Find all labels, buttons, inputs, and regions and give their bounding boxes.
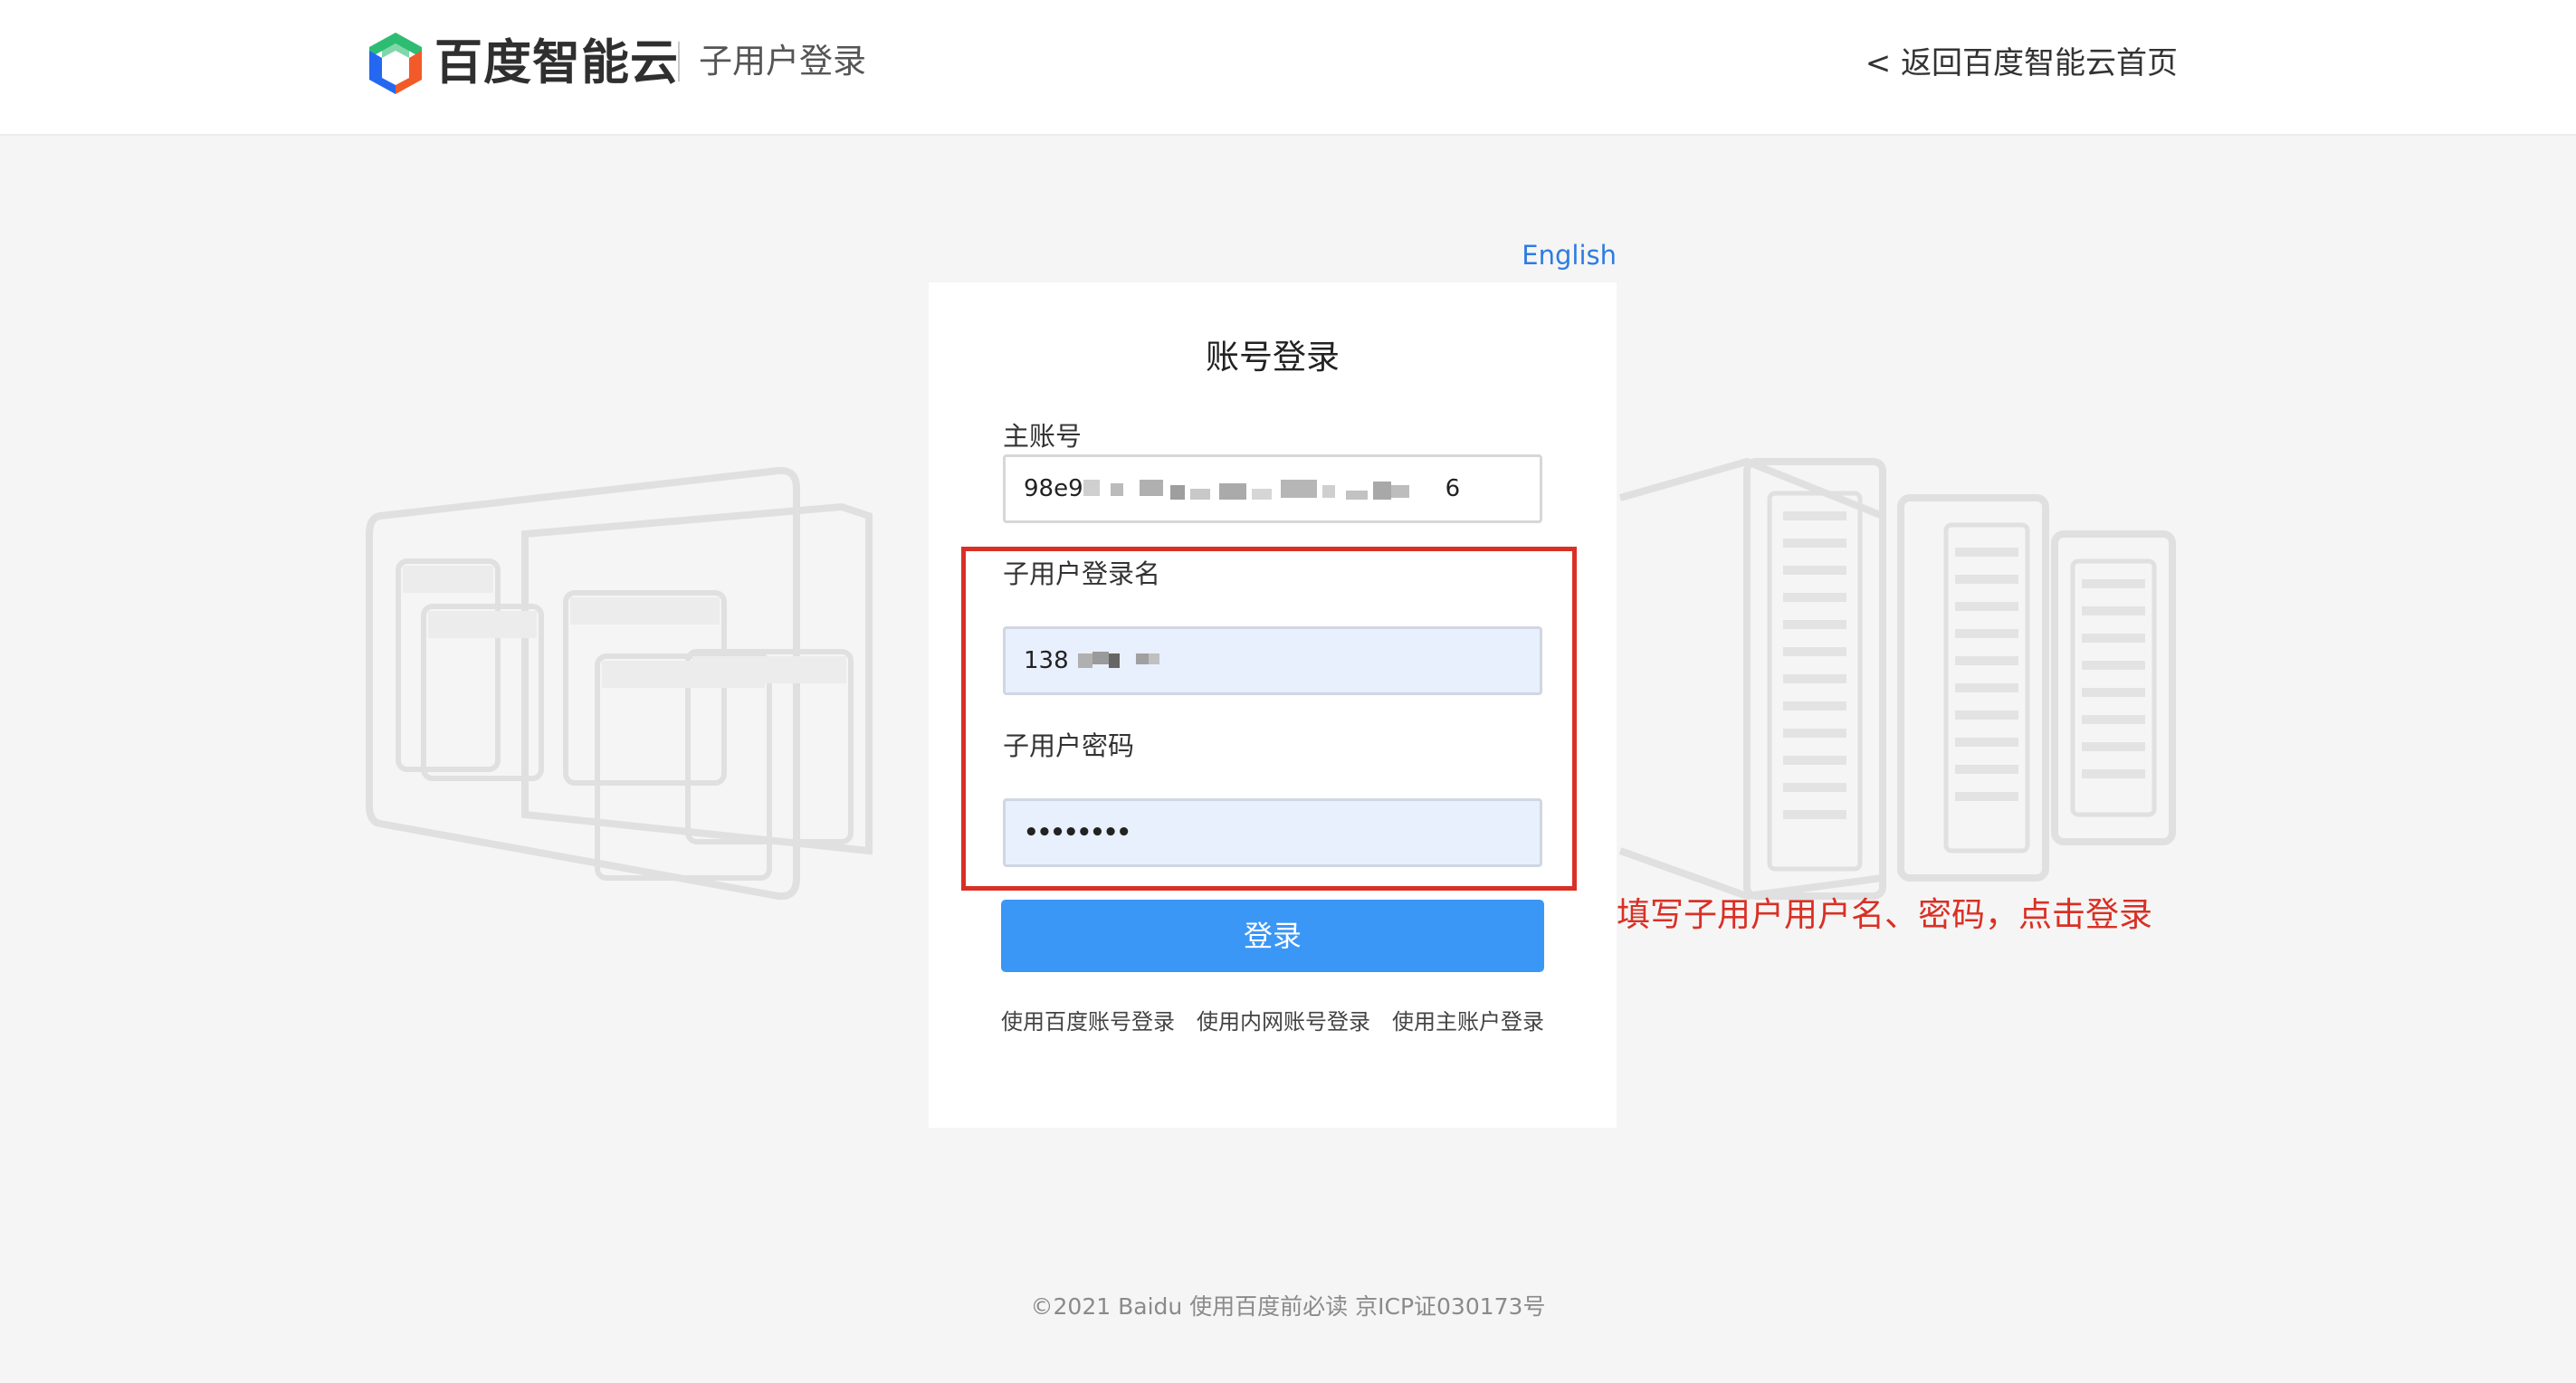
baidu-cloud-logo-icon[interactable] bbox=[364, 31, 427, 96]
redacted-pixelation bbox=[1083, 476, 1445, 503]
login-with-intranet-account-link[interactable]: 使用内网账号登录 bbox=[1197, 1006, 1370, 1037]
annotation-text: 填写子用户用户名、密码，点击登录 bbox=[1617, 895, 2152, 934]
main-account-value-suffix: 6 bbox=[1445, 475, 1461, 502]
login-with-main-account-link[interactable]: 使用主账户登录 bbox=[1392, 1006, 1544, 1037]
login-with-baidu-account-link[interactable]: 使用百度账号登录 bbox=[1001, 1006, 1175, 1037]
header-divider bbox=[678, 42, 680, 81]
login-button[interactable]: 登录 bbox=[1001, 900, 1544, 972]
back-to-homepage-link[interactable]: < 返回百度智能云首页 bbox=[1865, 40, 2178, 87]
brand-name[interactable]: 百度智能云 bbox=[434, 31, 679, 96]
language-switch-english[interactable]: English bbox=[1503, 237, 1617, 273]
main-account-value-prefix: 98e9 bbox=[1024, 475, 1083, 502]
annotation-highlight-box bbox=[961, 547, 1577, 891]
page-subtitle: 子用户登录 bbox=[699, 42, 866, 81]
main-account-input[interactable]: 98e9 6 bbox=[1003, 454, 1542, 523]
top-header: 百度智能云 子用户登录 < 返回百度智能云首页 bbox=[0, 0, 2576, 136]
footer-copyright: ©2021 Baidu 使用百度前必读 京ICP证030173号 bbox=[1030, 1293, 1546, 1320]
alternative-login-links: 使用百度账号登录 使用内网账号登录 使用主账户登录 bbox=[1001, 1006, 1544, 1037]
login-title: 账号登录 bbox=[1206, 338, 1340, 377]
main-account-label: 主账号 bbox=[1003, 421, 1083, 452]
